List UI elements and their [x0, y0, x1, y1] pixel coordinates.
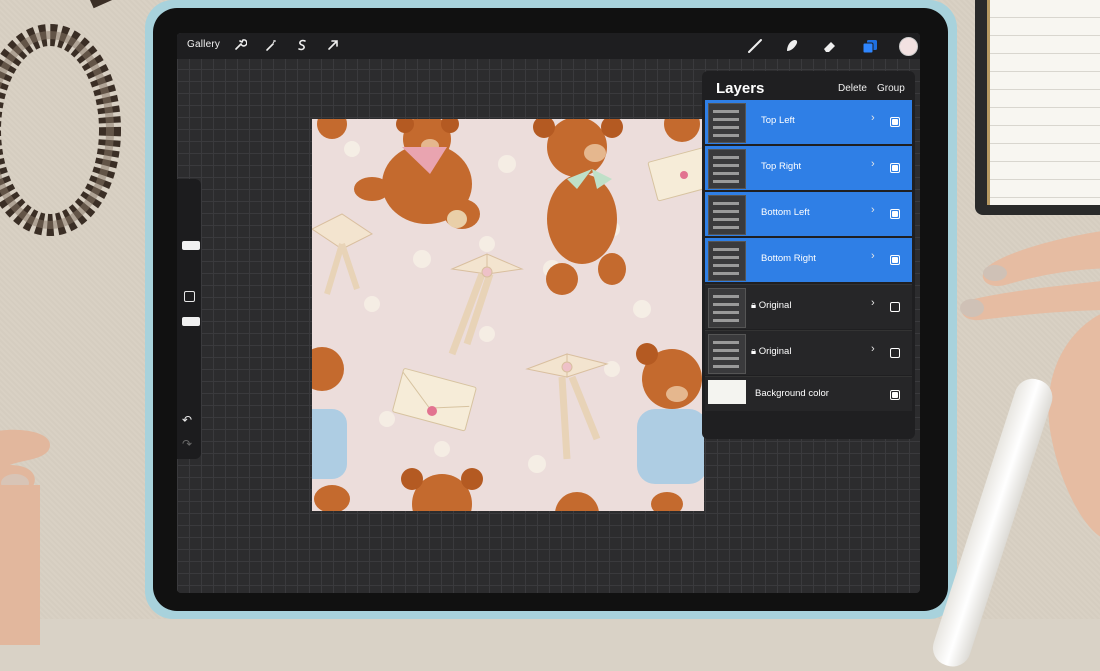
visibility-checkbox[interactable] [890, 302, 900, 312]
visibility-checkbox[interactable] [890, 255, 900, 265]
chevron-right-icon[interactable]: › [871, 112, 875, 124]
redo-icon[interactable]: ↷ [182, 437, 192, 451]
layer-bottom-left[interactable]: Bottom Left › [705, 192, 912, 236]
layers-panel: Layers Delete Group Top Left › Top Right… [702, 71, 915, 439]
layer-thumbnail [708, 149, 746, 189]
background-color-swatch [708, 380, 746, 404]
notebook-page [987, 0, 1100, 205]
envelope-top-right [647, 146, 704, 202]
lock-icon: 🔒︎ [751, 346, 759, 357]
bear-bottom [401, 468, 599, 511]
modify-button[interactable] [184, 291, 195, 302]
procreate-screen: Gallery ↶ ↷ Layers Delete Group Top Left… [177, 33, 920, 593]
smudge-icon[interactable] [783, 37, 801, 55]
chevron-right-icon[interactable]: › [871, 158, 875, 170]
bow-left [312, 213, 373, 295]
color-picker-button[interactable] [899, 37, 918, 56]
layer-thumbnail [708, 288, 746, 328]
opacity-slider[interactable] [182, 317, 200, 326]
layer-bottom-right[interactable]: Bottom Right › [705, 238, 912, 282]
delete-button[interactable]: Delete [838, 83, 867, 94]
selection-icon[interactable] [295, 38, 309, 52]
layer-name: Top Right [761, 161, 802, 172]
layer-thumbnail [708, 103, 746, 143]
layer-name-text: Original [758, 300, 792, 311]
layers-title: Layers [716, 80, 765, 97]
gallery-button[interactable]: Gallery [187, 39, 220, 50]
layer-thumbnail [708, 334, 746, 374]
layer-thumbnail [708, 195, 746, 235]
undo-icon[interactable]: ↶ [182, 413, 192, 427]
layer-name: Background color [755, 388, 829, 399]
layer-name: Bottom Left [761, 207, 810, 218]
glasses [0, 0, 121, 236]
eraser-icon[interactable] [821, 37, 839, 55]
group-button[interactable]: Group [877, 83, 905, 94]
layer-original-2[interactable]: 🔒︎ Original › [705, 330, 912, 375]
layer-top-right[interactable]: Top Right › [705, 146, 912, 190]
layer-thumbnail [708, 241, 746, 281]
top-toolbar: Gallery [177, 33, 920, 59]
layers-icon[interactable] [861, 37, 879, 55]
chevron-right-icon[interactable]: › [871, 204, 875, 216]
layer-name: 🔒︎ Original [751, 346, 791, 357]
notebook [975, 0, 1100, 215]
layer-name-text: Original [758, 346, 792, 357]
artwork-canvas[interactable] [312, 119, 704, 511]
bear-right-sweater [636, 343, 704, 511]
bow-lower [525, 353, 609, 460]
envelope-middle [392, 368, 477, 432]
magic-wand-icon[interactable] [264, 38, 278, 52]
bear-with-pink-scarf [354, 119, 480, 229]
chevron-right-icon[interactable]: › [871, 250, 875, 262]
left-hand [0, 429, 50, 645]
chevron-right-icon[interactable]: › [871, 297, 875, 309]
brush-icon[interactable] [746, 37, 764, 55]
visibility-checkbox[interactable] [890, 390, 900, 400]
layer-original-1[interactable]: 🔒︎ Original › [705, 284, 912, 329]
visibility-checkbox[interactable] [890, 163, 900, 173]
lock-icon: 🔒︎ [751, 300, 759, 311]
layer-top-left[interactable]: Top Left › [705, 100, 912, 144]
layer-name: Top Left [761, 115, 795, 126]
layer-name: 🔒︎ Original [751, 300, 791, 311]
visibility-checkbox[interactable] [890, 117, 900, 127]
wrench-icon[interactable] [233, 38, 247, 52]
layer-name: Bottom Right [761, 253, 816, 264]
visibility-checkbox[interactable] [890, 209, 900, 219]
teddy-bear-pattern [312, 119, 704, 511]
chevron-right-icon[interactable]: › [871, 343, 875, 355]
brush-size-slider[interactable] [182, 241, 200, 250]
bear-left-sweater [312, 347, 350, 511]
left-sidebar: ↶ ↷ [177, 179, 201, 459]
right-hand [960, 231, 1100, 537]
visibility-checkbox[interactable] [890, 348, 900, 358]
transform-arrow-icon[interactable] [326, 38, 340, 52]
layer-background-color[interactable]: Background color [705, 376, 912, 411]
